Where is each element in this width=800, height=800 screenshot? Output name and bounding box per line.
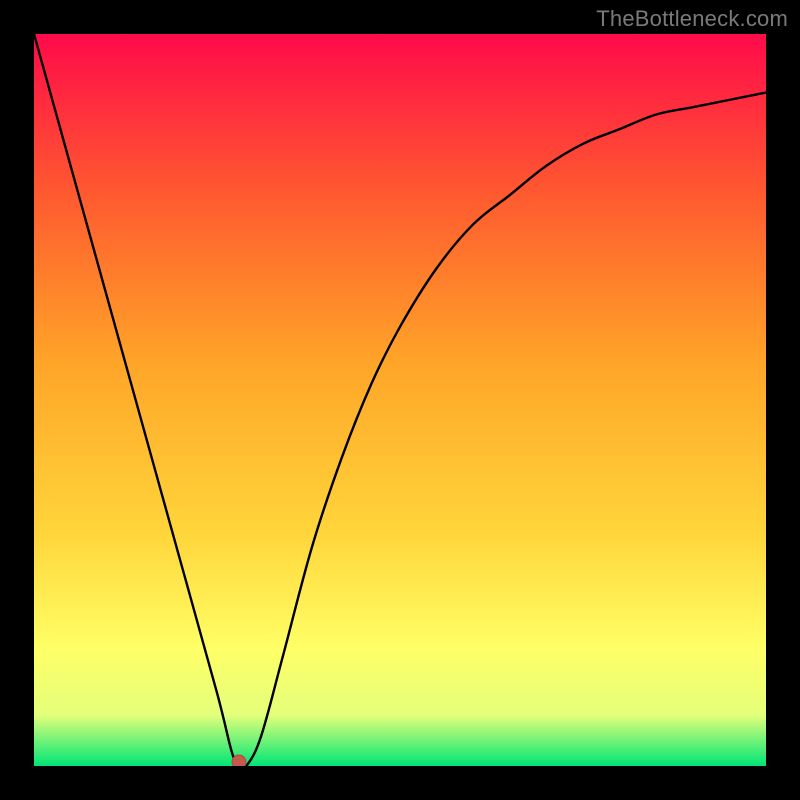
optimal-point-marker bbox=[232, 755, 246, 766]
chart-frame: TheBottleneck.com bbox=[0, 0, 800, 800]
chart-svg bbox=[34, 34, 766, 766]
plot-area bbox=[34, 34, 766, 766]
watermark-text: TheBottleneck.com bbox=[596, 6, 788, 32]
gradient-background bbox=[34, 34, 766, 766]
